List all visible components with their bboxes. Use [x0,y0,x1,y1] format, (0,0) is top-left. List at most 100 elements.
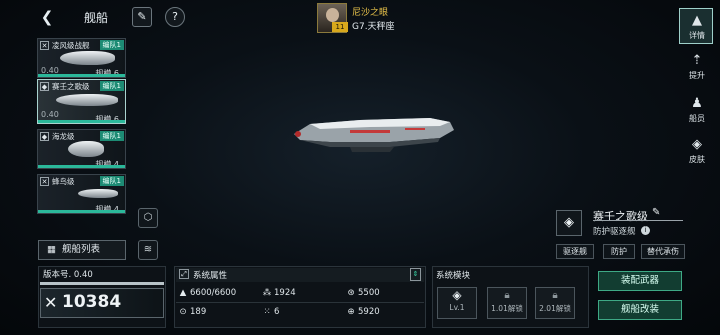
tab-label: 详情 [689,31,705,40]
fleet-card-name: 赛壬之歌级 [52,82,90,91]
commander-location: G7.天秤座 [352,22,395,32]
sort-toggle[interactable]: ⇕ [410,268,421,281]
avatar-face [326,8,339,22]
tab-label: 皮肤 [689,155,705,164]
role-tag: 替代承伤 [641,244,685,259]
fleet-card-bar [38,210,125,213]
ship-list-button[interactable]: ▦ 舰船列表 [38,240,126,260]
question-icon: ? [172,10,178,23]
fleet-card-tag: 编队1 [99,40,124,50]
range-icon: ⊕ [347,307,355,317]
expand-icon[interactable]: ⤢ [179,269,189,279]
modules-title: 系统模块 [436,271,471,281]
stat-speed: ⊙ 189 [178,305,206,319]
stat-count: ⁙ 6 [262,305,279,319]
tab-upgrade[interactable]: ⇡ 提升 [681,50,713,84]
lock-icon: 🔒︎ [504,290,510,301]
skin-icon: ◈ [692,137,702,152]
ship-icon: ▲ [692,13,702,28]
fleet-card[interactable]: ◆ 海龙级 编队1 规模.4 [37,129,126,169]
page-title: 舰船 [84,11,109,25]
fleet-card-bar [38,120,125,123]
info-icon[interactable]: i [641,226,650,235]
module-label: 2.01解锁 [539,304,571,313]
stat-range: ⊕ 5920 [346,305,380,319]
module-slot-locked[interactable]: 🔒︎ 2.01解锁 [535,287,575,319]
armor-icon: ⊛ [347,288,355,298]
fleet-card[interactable]: ✕ 蜂鸟级 编队1 规模.4 [37,174,126,214]
divider [176,302,424,303]
module-slot[interactable]: ◈ Lv.1 [437,287,477,319]
stat-value: 1924 [274,288,296,298]
fleet-card-name: 蜂鸟级 [52,177,75,186]
ship-thumbnail [60,51,115,65]
fleet-card-tag: 编队1 [99,81,124,91]
ship-name: 赛壬之歌级 [593,210,648,223]
filter-button[interactable]: ≋ [138,240,158,260]
avatar[interactable]: 11 [317,3,348,33]
crosshair-icon: ✕ [40,177,49,186]
shield-icon: ◆ [40,132,49,141]
crew-icon: ♟ [691,96,703,111]
crosshair-icon: ✕ [40,41,49,50]
fleet-card-bar [38,74,125,77]
fleet-card-tag: 编队1 [99,176,124,186]
ship-thumbnail [68,141,104,157]
commander-name: 尼沙之眼 [352,8,389,18]
version-bar [40,282,164,285]
module-label: Lv.1 [449,303,465,312]
stat-attack: ⁂ 1924 [262,286,296,300]
fleet-card-bar [38,165,125,168]
formation-button[interactable]: ⬡ [138,208,158,228]
lock-icon: 🔒︎ [552,290,558,301]
stat-value: 5500 [358,288,380,298]
fleet-card-selected[interactable]: ◆ 赛壬之歌级 编队1 0.40 规模.6 [37,79,126,124]
ship-thumbnail [78,189,118,198]
formation-icon: ⬡ [143,212,153,223]
rename-button[interactable]: ✎ [652,207,660,218]
tab-crew[interactable]: ♟ 船员 [681,93,713,127]
fleet-card-tag: 编队1 [99,131,124,141]
fleet-card[interactable]: ✕ 凌风级战舰 编队1 0.40 规模.6 [37,38,126,78]
stat-armor: ⊛ 5500 [346,286,380,300]
attack-icon: ⁂ [262,288,272,298]
stat-value: 6600/6600 [190,288,237,298]
role-tag: 驱逐舰 [556,244,594,259]
shield-icon: ◈ [452,288,462,302]
ship-class-icon: ◈ [556,210,582,236]
level-badge: 11 [332,22,348,32]
tab-details-content: ▲ 详情 [681,10,713,44]
hull-icon: ▲ [179,288,187,298]
grid-icon: ⁙ [263,307,271,317]
stat-value: 189 [190,307,207,317]
speed-icon: ⊙ [179,307,187,317]
module-slot-locked[interactable]: 🔒︎ 1.01解锁 [487,287,527,319]
tab-label: 提升 [689,71,705,80]
fleet-card-name: 凌风级战舰 [52,41,90,50]
divider [593,220,683,221]
pencil-icon: ✎ [137,10,147,23]
edit-button[interactable]: ✎ [132,7,152,27]
pencil-icon: ✎ [652,207,661,218]
ship-model [290,112,460,152]
back-button[interactable]: ❮ [38,8,56,26]
wave-icon: ≋ [143,244,153,255]
chevron-left-icon: ❮ [40,8,54,26]
attributes-title: 系统属性 [193,271,228,281]
ship-class: 防护驱逐舰 [593,227,636,237]
equip-weapons-button[interactable]: 装配武器 [598,271,682,291]
tab-label: 船员 [689,114,705,123]
module-label: 1.01解锁 [491,304,523,313]
help-button[interactable]: ? [165,7,185,27]
upgrade-icon: ⇡ [691,53,703,68]
fleet-card-value: 0.40 [41,110,59,119]
version-label: 版本号. 0.40 [43,270,93,280]
stat-hp: ▲ 6600/6600 [178,286,236,300]
ship-list-label: 舰船列表 [62,244,101,255]
swords-icon: ✕ [44,293,58,312]
tab-skin[interactable]: ◈ 皮肤 [681,134,713,168]
power-value: 10384 [62,292,122,312]
stat-value: 5920 [358,307,380,317]
stat-value: 6 [274,307,280,317]
modify-ship-button[interactable]: 舰船改装 [598,300,682,320]
